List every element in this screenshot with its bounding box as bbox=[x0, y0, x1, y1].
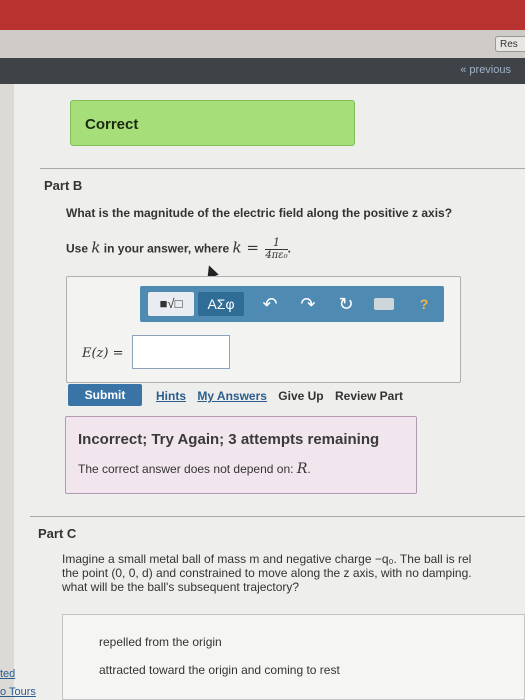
part-b-instruction: Use k in your answer, where k = 1 4πε₀ . bbox=[66, 236, 291, 262]
greek-symbols-button[interactable]: ΑΣφ bbox=[198, 292, 244, 316]
part-c-question: Imagine a small metal ball of mass m and… bbox=[62, 552, 525, 594]
k-variable: k bbox=[91, 238, 101, 257]
part-b-title[interactable]: Part B bbox=[44, 178, 82, 193]
part-c-title[interactable]: Part C bbox=[38, 526, 76, 541]
incorrect-message-text: The correct answer does not depend on: bbox=[78, 462, 294, 476]
navigation-bar bbox=[0, 58, 525, 84]
part-b-question: What is the magnitude of the electric fi… bbox=[66, 206, 453, 220]
correct-feedback: Correct bbox=[70, 100, 355, 146]
help-button[interactable]: ? bbox=[412, 292, 436, 316]
incorrect-feedback: Incorrect; Try Again; 3 attempts remaini… bbox=[65, 416, 417, 494]
keyboard-icon[interactable] bbox=[374, 298, 394, 310]
part-c-line-1: Imagine a small metal ball of mass m and… bbox=[62, 552, 472, 566]
divider bbox=[40, 168, 525, 169]
choice-attracted[interactable]: attracted toward the origin and coming t… bbox=[99, 663, 340, 677]
left-sidebar bbox=[0, 84, 14, 700]
k-fraction: 1 4πε₀ bbox=[265, 237, 288, 262]
give-up-link[interactable]: Give Up bbox=[278, 389, 323, 403]
sidebar-link[interactable]: ted bbox=[0, 668, 15, 680]
templates-button[interactable]: ■√□ bbox=[148, 292, 194, 316]
incorrect-title: Incorrect; Try Again; 3 attempts remaini… bbox=[78, 431, 380, 448]
instruction-middle: in your answer, where bbox=[103, 241, 230, 256]
divider bbox=[30, 516, 525, 517]
k-equation: k = bbox=[232, 238, 259, 257]
instruction-prefix: Use bbox=[66, 241, 89, 256]
submit-button[interactable]: Submit bbox=[68, 384, 142, 406]
previous-link[interactable]: « previous bbox=[460, 64, 511, 76]
part-c-line-3: what will be the ball's subsequent traje… bbox=[62, 580, 300, 594]
tours-link[interactable]: o Tours bbox=[0, 686, 36, 698]
answer-input[interactable] bbox=[132, 335, 230, 369]
review-part-link[interactable]: Review Part bbox=[335, 389, 403, 403]
top-banner bbox=[0, 0, 525, 30]
part-c-line-2: the point (0, 0, d) and constrained to m… bbox=[62, 566, 472, 580]
math-toolbar: ■√□ ΑΣφ ↶ ↷ ↻ ? bbox=[140, 286, 444, 322]
answer-label: E(z) = bbox=[82, 346, 124, 361]
resources-button[interactable]: Res bbox=[495, 36, 525, 52]
answer-links: Hints My Answers Give Up Review Part bbox=[156, 389, 411, 403]
incorrect-message: The correct answer does not depend on: R… bbox=[78, 461, 311, 477]
undo-icon[interactable]: ↶ bbox=[258, 292, 282, 316]
redo-icon[interactable]: ↷ bbox=[296, 292, 320, 316]
answer-choices: repelled from the origin attracted towar… bbox=[62, 614, 525, 700]
fraction-denominator: 4πε₀ bbox=[265, 250, 288, 261]
reset-icon[interactable]: ↻ bbox=[334, 292, 358, 316]
fraction-numerator: 1 bbox=[265, 237, 288, 250]
incorrect-message-variable: R bbox=[296, 461, 308, 477]
choice-repelled[interactable]: repelled from the origin bbox=[99, 635, 222, 649]
hints-link[interactable]: Hints bbox=[156, 389, 186, 403]
my-answers-link[interactable]: My Answers bbox=[197, 389, 267, 403]
